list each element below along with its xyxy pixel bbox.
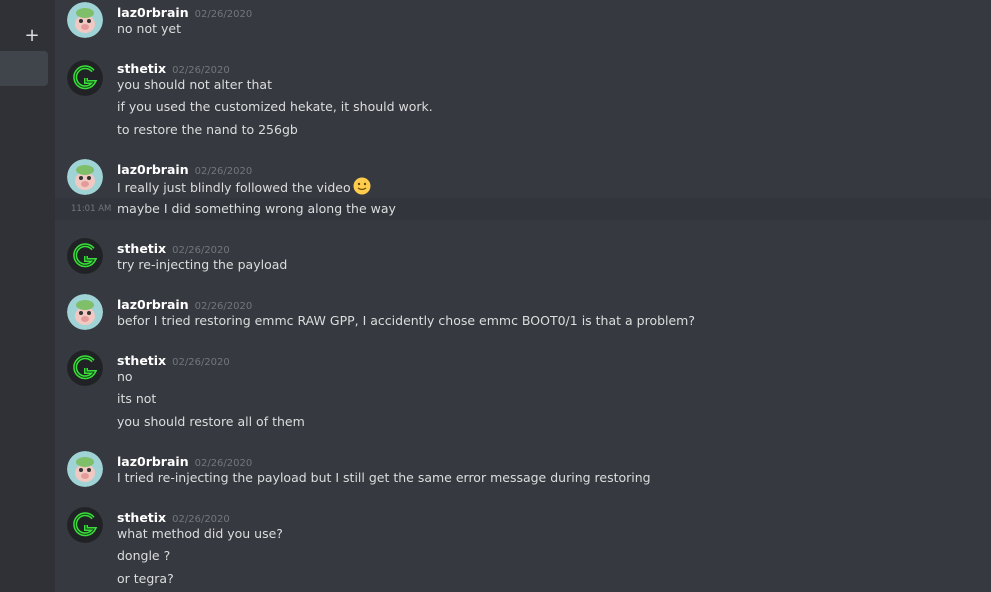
message-text: if you used the customized hekate, it sh… bbox=[117, 99, 433, 114]
message-text: you should restore all of them bbox=[117, 414, 305, 429]
timestamp: 02/26/2020 bbox=[194, 301, 253, 312]
message-text: no not yet bbox=[117, 21, 181, 36]
timestamp: 02/26/2020 bbox=[172, 65, 230, 76]
message-text: to restore the nand to 256gb bbox=[117, 122, 298, 137]
message-text: or tegra? bbox=[117, 571, 174, 586]
green-g-logo-icon[interactable] bbox=[67, 350, 103, 386]
username[interactable]: laz0rbrain bbox=[117, 297, 189, 312]
message-header: laz0rbrain 02/26/2020 bbox=[117, 2, 252, 20]
pig-avatar-icon[interactable] bbox=[67, 451, 103, 487]
message-header: laz0rbrain 02/26/2020 bbox=[117, 451, 252, 469]
timestamp: 02/26/2020 bbox=[194, 458, 253, 469]
username[interactable]: sthetix bbox=[117, 353, 166, 368]
username[interactable]: sthetix bbox=[117, 241, 166, 256]
pig-avatar-icon[interactable] bbox=[67, 2, 103, 38]
pig-avatar-icon[interactable] bbox=[67, 294, 103, 330]
timestamp: 02/26/2020 bbox=[194, 9, 253, 20]
message-text: dongle ? bbox=[117, 548, 171, 563]
message-text: you should not alter that bbox=[117, 77, 272, 92]
message-text: what method did you use? bbox=[117, 526, 283, 541]
username[interactable]: sthetix bbox=[117, 61, 166, 76]
green-g-logo-icon[interactable] bbox=[67, 507, 103, 543]
message-header: sthetix 02/26/2020 bbox=[117, 507, 230, 525]
server-sidebar: + bbox=[0, 0, 55, 592]
hover-timestamp: 11:01 AM bbox=[71, 204, 112, 214]
message-header: sthetix 02/26/2020 bbox=[117, 238, 230, 256]
pig-avatar-icon[interactable] bbox=[67, 159, 103, 195]
message-text: befor I tried restoring emmc RAW GPP, I … bbox=[117, 313, 695, 328]
chat-messages: 11:01 AM laz0rbrain 02/26/2020 no not yet… bbox=[55, 0, 991, 592]
message-text: I really just blindly followed the video bbox=[117, 177, 371, 200]
message-text: maybe I did something wrong along the wa… bbox=[117, 201, 396, 216]
timestamp: 02/26/2020 bbox=[194, 166, 253, 177]
username[interactable]: sthetix bbox=[117, 510, 166, 525]
message-text: no bbox=[117, 369, 133, 384]
message-header: laz0rbrain 02/26/2020 bbox=[117, 294, 252, 312]
message-header: sthetix 02/26/2020 bbox=[117, 58, 230, 76]
message-text-content: I really just blindly followed the video bbox=[117, 180, 351, 195]
timestamp: 02/26/2020 bbox=[172, 357, 230, 368]
green-g-logo-icon[interactable] bbox=[67, 238, 103, 274]
message-header: sthetix 02/26/2020 bbox=[117, 350, 230, 368]
timestamp: 02/26/2020 bbox=[172, 245, 230, 256]
message-text: I tried re-injecting the payload but I s… bbox=[117, 470, 651, 485]
green-g-logo-icon[interactable] bbox=[67, 60, 103, 96]
add-icon[interactable]: + bbox=[22, 24, 42, 48]
message-text: try re-injecting the payload bbox=[117, 257, 288, 272]
message-text: its not bbox=[117, 391, 157, 406]
active-sidebar-item[interactable] bbox=[0, 51, 48, 86]
username[interactable]: laz0rbrain bbox=[117, 454, 189, 469]
timestamp: 02/26/2020 bbox=[172, 514, 230, 525]
username[interactable]: laz0rbrain bbox=[117, 5, 189, 20]
username[interactable]: laz0rbrain bbox=[117, 162, 189, 177]
message-header: laz0rbrain 02/26/2020 bbox=[117, 159, 252, 177]
slightly-smiling-face-icon bbox=[353, 177, 371, 200]
